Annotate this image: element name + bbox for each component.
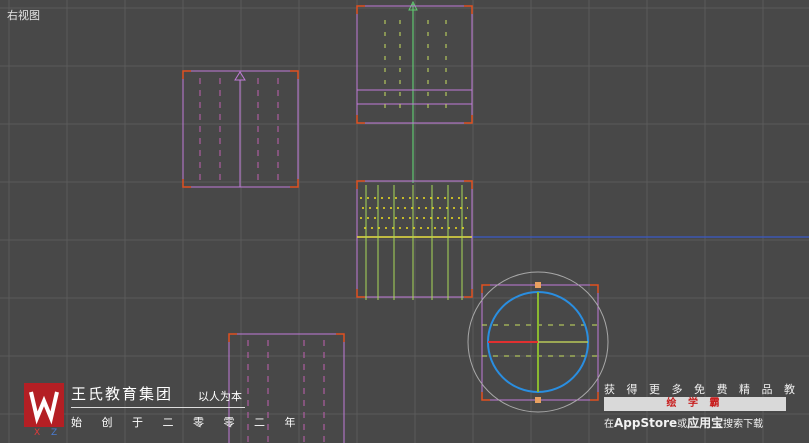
object-middle-center-stems (365, 185, 463, 300)
gizmo-handle-bottom[interactable] (535, 397, 541, 403)
promo-text-pre: 在 (604, 419, 614, 430)
view-axis-indicator: X Z (34, 428, 57, 438)
promo-appstore: AppStore (614, 416, 678, 430)
pivot-triangle (234, 71, 246, 81)
promo-text-post: 搜索下载 (723, 419, 764, 430)
axis-z-label: Z (51, 428, 58, 438)
viewport-grid (0, 0, 809, 443)
object-bottom-left-corners (228, 333, 345, 342)
gizmo-handle-top[interactable] (535, 282, 541, 288)
watermark-subtitle: 始 创 于 二 零 零 二 年 (71, 416, 304, 429)
axis-x-label: X (34, 428, 41, 438)
viewport-label[interactable]: 右视图 (7, 7, 40, 23)
selected-object-with-gizmo[interactable] (467, 271, 609, 413)
promo-text-mid: 或 (677, 419, 688, 430)
object-top-left[interactable] (182, 70, 299, 188)
viewport-scene[interactable] (0, 0, 809, 443)
promo-banner: 绘 学 霸 (604, 397, 786, 411)
watermark-divider (71, 407, 245, 408)
promo-yingyongbao: 应用宝 (687, 416, 724, 430)
object-top-left-stripes (199, 78, 279, 180)
logo-w-mark (29, 391, 59, 425)
wangshi-logo (24, 383, 64, 427)
right-viewport[interactable]: 右视图 X Z 王氏教育集团 以人为本 始 创 于 二 零 零 二 年 获 得 … (0, 0, 809, 443)
promo-download-line: 在AppStore或应用宝搜索下载 (604, 414, 763, 431)
watermark-motto: 以人为本 (198, 390, 242, 403)
selected-object-foliage (482, 324, 598, 357)
watermark-title: 王氏教育集团 (71, 385, 174, 403)
promo-app-name: 绘 学 霸 (666, 398, 724, 409)
